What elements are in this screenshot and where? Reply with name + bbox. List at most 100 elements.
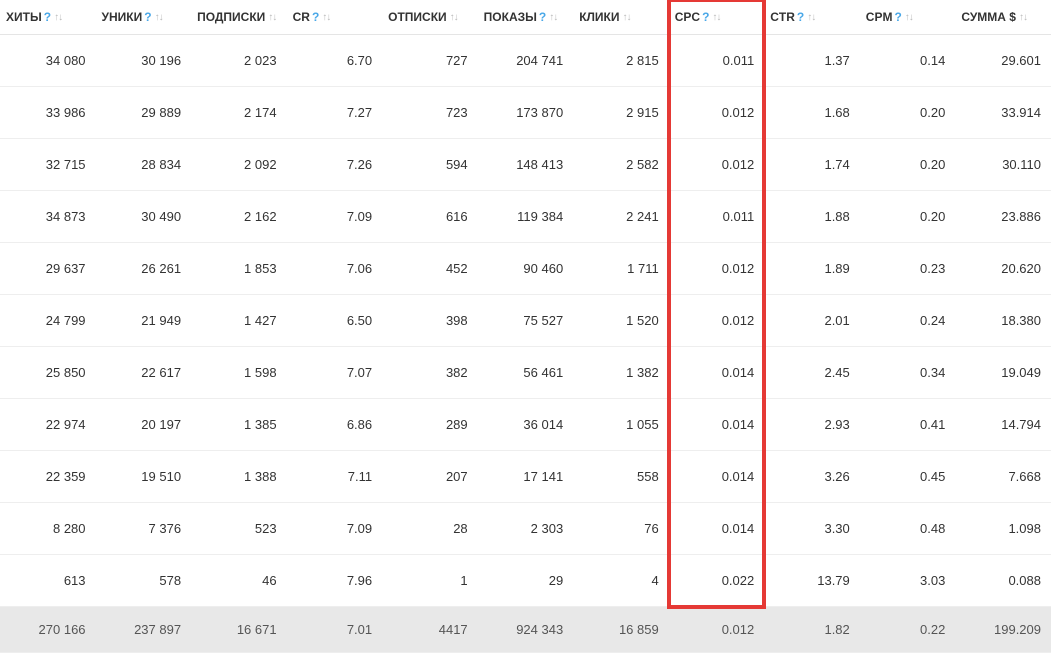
cell: 17 141 bbox=[478, 451, 574, 503]
sort-icon[interactable]: ↑↓ bbox=[268, 12, 276, 23]
col-header-cpc[interactable]: CPC?↑↓ bbox=[669, 0, 765, 35]
help-icon[interactable]: ? bbox=[44, 10, 51, 24]
cell: 616 bbox=[382, 191, 478, 243]
cell: 0.022 bbox=[669, 555, 765, 607]
cell: 0.011 bbox=[669, 35, 765, 87]
cell: 0.20 bbox=[860, 191, 956, 243]
cell: 0.20 bbox=[860, 139, 956, 191]
cell: 207 bbox=[382, 451, 478, 503]
cell: 7.668 bbox=[955, 451, 1051, 503]
cell: 14.794 bbox=[955, 399, 1051, 451]
cell: 26 261 bbox=[96, 243, 192, 295]
cell: 2 815 bbox=[573, 35, 669, 87]
cell: 2 582 bbox=[573, 139, 669, 191]
sort-icon[interactable]: ↑↓ bbox=[549, 12, 557, 23]
cell: 2 023 bbox=[191, 35, 287, 87]
cell: 289 bbox=[382, 399, 478, 451]
cell: 0.20 bbox=[860, 87, 956, 139]
total-cell: 199.209 bbox=[955, 607, 1051, 653]
cell: 7.09 bbox=[287, 503, 383, 555]
cell: 2 162 bbox=[191, 191, 287, 243]
cell: 33 986 bbox=[0, 87, 96, 139]
cell: 2 092 bbox=[191, 139, 287, 191]
sort-icon[interactable]: ↑↓ bbox=[712, 12, 720, 23]
help-icon[interactable]: ? bbox=[539, 10, 546, 24]
help-icon[interactable]: ? bbox=[702, 10, 709, 24]
cell: 613 bbox=[0, 555, 96, 607]
col-header-сумма-$[interactable]: СУММА $↑↓ bbox=[955, 0, 1051, 35]
total-cell: 7.01 bbox=[287, 607, 383, 653]
cell: 1 385 bbox=[191, 399, 287, 451]
cell: 6.50 bbox=[287, 295, 383, 347]
stats-table-container: ХИТЫ?↑↓УНИКИ?↑↓ПОДПИСКИ↑↓CR?↑↓ОТПИСКИ↑↓П… bbox=[0, 0, 1051, 653]
col-header-подписки[interactable]: ПОДПИСКИ↑↓ bbox=[191, 0, 287, 35]
cell: 7 376 bbox=[96, 503, 192, 555]
table-row: 22 97420 1971 3856.8628936 0141 0550.014… bbox=[0, 399, 1051, 451]
cell: 558 bbox=[573, 451, 669, 503]
sort-icon[interactable]: ↑↓ bbox=[322, 12, 330, 23]
col-header-ctr[interactable]: CTR?↑↓ bbox=[764, 0, 860, 35]
help-icon[interactable]: ? bbox=[894, 10, 901, 24]
cell: 29 bbox=[478, 555, 574, 607]
col-header-хиты[interactable]: ХИТЫ?↑↓ bbox=[0, 0, 96, 35]
table-row: 8 2807 3765237.09282 303760.0143.300.481… bbox=[0, 503, 1051, 555]
cell: 19 510 bbox=[96, 451, 192, 503]
col-label: CPM bbox=[866, 10, 893, 24]
sort-icon[interactable]: ↑↓ bbox=[623, 12, 631, 23]
cell: 2.01 bbox=[764, 295, 860, 347]
cell: 0.14 bbox=[860, 35, 956, 87]
cell: 594 bbox=[382, 139, 478, 191]
col-header-показы[interactable]: ПОКАЗЫ?↑↓ bbox=[478, 0, 574, 35]
cell: 3.26 bbox=[764, 451, 860, 503]
help-icon[interactable]: ? bbox=[312, 10, 319, 24]
cell: 0.012 bbox=[669, 139, 765, 191]
sort-icon[interactable]: ↑↓ bbox=[807, 12, 815, 23]
col-header-уники[interactable]: УНИКИ?↑↓ bbox=[96, 0, 192, 35]
cell: 2 915 bbox=[573, 87, 669, 139]
cell: 0.012 bbox=[669, 295, 765, 347]
cell: 30.110 bbox=[955, 139, 1051, 191]
cell: 3.03 bbox=[860, 555, 956, 607]
cell: 7.27 bbox=[287, 87, 383, 139]
col-header-клики[interactable]: КЛИКИ↑↓ bbox=[573, 0, 669, 35]
cell: 30 196 bbox=[96, 35, 192, 87]
col-header-cr[interactable]: CR?↑↓ bbox=[287, 0, 383, 35]
cell: 1 427 bbox=[191, 295, 287, 347]
cell: 76 bbox=[573, 503, 669, 555]
col-label: CR bbox=[293, 10, 310, 24]
cell: 29 637 bbox=[0, 243, 96, 295]
cell: 119 384 bbox=[478, 191, 574, 243]
sort-icon[interactable]: ↑↓ bbox=[1019, 12, 1027, 23]
total-cell: 924 343 bbox=[478, 607, 574, 653]
cell: 34 080 bbox=[0, 35, 96, 87]
cell: 23.886 bbox=[955, 191, 1051, 243]
cell: 0.41 bbox=[860, 399, 956, 451]
cell: 21 949 bbox=[96, 295, 192, 347]
table-row: 34 08030 1962 0236.70727204 7412 8150.01… bbox=[0, 35, 1051, 87]
help-icon[interactable]: ? bbox=[144, 10, 151, 24]
cell: 7.26 bbox=[287, 139, 383, 191]
cell: 0.23 bbox=[860, 243, 956, 295]
sort-icon[interactable]: ↑↓ bbox=[450, 12, 458, 23]
col-header-отписки[interactable]: ОТПИСКИ↑↓ bbox=[382, 0, 478, 35]
total-cell: 237 897 bbox=[96, 607, 192, 653]
cell: 28 834 bbox=[96, 139, 192, 191]
cell: 0.014 bbox=[669, 451, 765, 503]
cell: 523 bbox=[191, 503, 287, 555]
cell: 4 bbox=[573, 555, 669, 607]
cell: 2 303 bbox=[478, 503, 574, 555]
sort-icon[interactable]: ↑↓ bbox=[54, 12, 62, 23]
cell: 7.11 bbox=[287, 451, 383, 503]
sort-icon[interactable]: ↑↓ bbox=[905, 12, 913, 23]
cell: 36 014 bbox=[478, 399, 574, 451]
cell: 20 197 bbox=[96, 399, 192, 451]
cell: 46 bbox=[191, 555, 287, 607]
total-cell: 1.82 bbox=[764, 607, 860, 653]
cell: 1 520 bbox=[573, 295, 669, 347]
sort-icon[interactable]: ↑↓ bbox=[155, 12, 163, 23]
cell: 1 853 bbox=[191, 243, 287, 295]
cell: 13.79 bbox=[764, 555, 860, 607]
col-header-cpm[interactable]: CPM? ↑↓ bbox=[860, 0, 956, 35]
help-icon[interactable]: ? bbox=[797, 10, 804, 24]
cell: 20.620 bbox=[955, 243, 1051, 295]
